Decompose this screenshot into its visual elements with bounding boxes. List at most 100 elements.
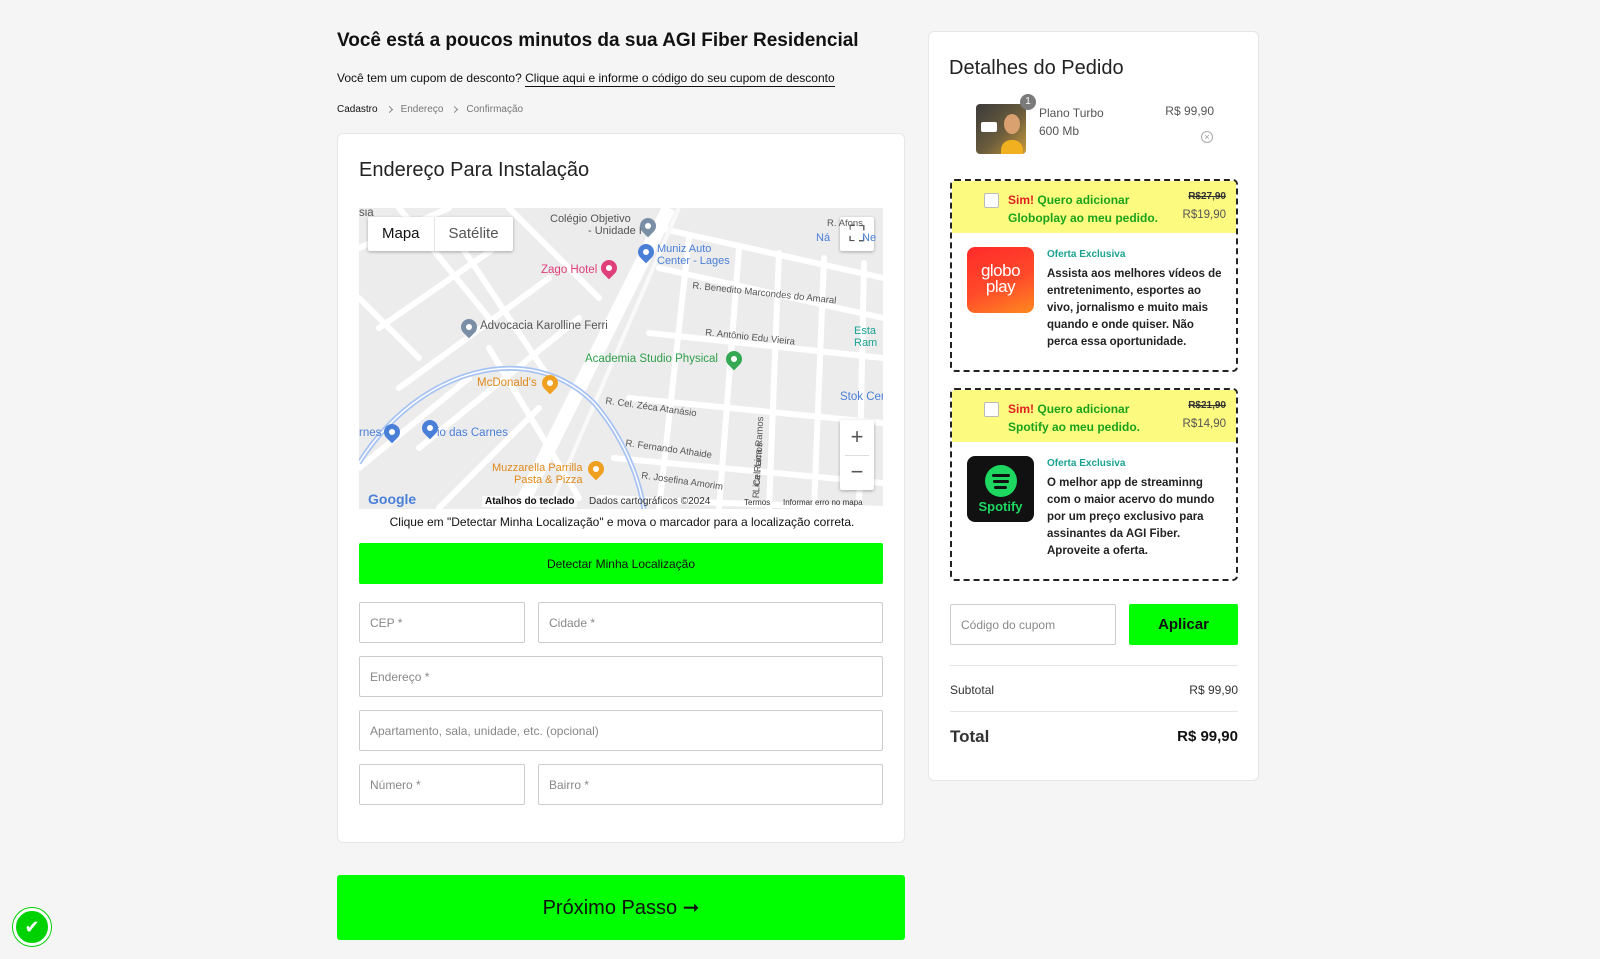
page-title: Você está a poucos minutos da sua AGI Fi… (337, 30, 859, 51)
breadcrumb-step-endereco[interactable]: Endereço (401, 104, 444, 115)
apply-coupon-button[interactable]: Aplicar (1129, 604, 1238, 645)
address-section-title: Endereço Para Instalação (359, 159, 590, 181)
globoplay-offer-header: Sim! Quero adicionar Globoplay ao meu pe… (952, 181, 1236, 233)
next-step-button[interactable]: Próximo Passo ➞ (337, 875, 905, 940)
map-place-colegio: Colégio Objetivo - Unidade I (550, 213, 642, 237)
divider (950, 711, 1238, 712)
keyboard-shortcuts-link[interactable]: Atalhos do teclado (482, 496, 578, 507)
map-place-colegio-line2: - Unidade I (588, 225, 642, 237)
globoplay-offer-sim: Sim! (1008, 193, 1035, 207)
city-field[interactable] (538, 602, 883, 643)
map-place-mcdonalds: McDonald's (477, 377, 537, 389)
spotify-offer-line2: Spotify ao meu pedido. (1008, 420, 1141, 434)
product-name-line1: Plano Turbo (1039, 106, 1104, 120)
spotify-offer-line1: Quero adicionar (1037, 402, 1130, 416)
breadcrumb-step-cadastro[interactable]: Cadastro (337, 104, 378, 115)
map-tab-satellite[interactable]: Satélite (433, 217, 513, 251)
map-street-afons: R. Afons (827, 218, 863, 229)
product-thumbnail-tag (981, 122, 997, 132)
map-place-muzzarella-line1: Muzzarella Parrilla (492, 462, 583, 474)
map-place-muzzarella: Muzzarella Parrilla Pasta & Pizza (492, 462, 582, 486)
zoom-in-button[interactable]: + (851, 420, 864, 455)
map-place-esta-line2: Ram (854, 337, 878, 349)
map-data-credit: Dados cartográficos ©2024 (589, 496, 711, 507)
google-logo: Google (368, 491, 417, 507)
globoplay-offer: Sim! Quero adicionar Globoplay ao meu pe… (950, 179, 1238, 372)
map-place-academia: Academia Studio Physical (585, 353, 718, 365)
total-label: Total (950, 727, 990, 746)
product-name: Plano Turbo 600 Mb (1039, 104, 1104, 140)
spotify-offer-sim: Sim! (1008, 402, 1035, 416)
product-name-line2: 600 Mb (1039, 124, 1080, 138)
product-thumbnail (976, 104, 1026, 154)
detect-location-button[interactable]: Detectar Minha Localização (359, 543, 883, 584)
spotify-offer-label: Sim! Quero adicionar Spotify ao meu pedi… (1008, 400, 1140, 436)
globoplay-logo-line2: play (985, 277, 1016, 296)
globoplay-offer-line2: Globoplay ao meu pedido. (1008, 211, 1159, 225)
globoplay-new-price: R$19,90 (1182, 209, 1226, 221)
map-place-ne: Ne (862, 232, 877, 244)
map-place-carnes-left: rnes (359, 427, 382, 439)
accessibility-icon[interactable]: ✔ (13, 908, 51, 946)
map-place-na: Ná (816, 232, 831, 244)
chevron-right-icon (385, 105, 393, 114)
coupon-code-field[interactable] (950, 604, 1116, 645)
subtotal-value: R$ 99,90 (1189, 683, 1238, 697)
address-card: Endereço Para Instalação Mapa Satélite ⛶… (337, 133, 905, 843)
spotify-wave (993, 485, 1007, 489)
map-place-muniz-line1: Muniz Auto (657, 243, 712, 255)
breadcrumb: Cadastro Endereço Confirmação (337, 104, 523, 115)
spotify-icon (984, 464, 1017, 497)
order-summary: Detalhes do Pedido 1 Plano Turbo 600 Mb … (928, 31, 1259, 781)
spotify-offer-checkbox[interactable] (984, 402, 999, 417)
zoom-control: + − (840, 420, 874, 490)
apartment-field[interactable] (359, 710, 883, 751)
breadcrumb-step-confirmacao[interactable]: Confirmação (466, 104, 523, 115)
coupon-prompt: Você tem um cupom de desconto? Clique aq… (337, 71, 835, 87)
globoplay-exclusive-tag: Oferta Exclusiva (1047, 249, 1126, 260)
globoplay-description: Assista aos melhores vídeos de entreteni… (1047, 268, 1222, 348)
map-place-muniz: Muniz Auto Center - Lages (657, 243, 730, 267)
coupon-link[interactable]: Clique aqui e informe o código do seu cu… (525, 71, 835, 87)
cep-field[interactable] (359, 602, 525, 643)
map-place-zago: Zago Hotel (541, 264, 598, 276)
location-hint: Clique em "Detectar Minha Localização" e… (389, 515, 855, 529)
map-place-colegio-line1: Colégio Objetivo (550, 213, 631, 225)
map-place-esta-line1: Esta (854, 325, 877, 337)
subtotal-label: Subtotal (950, 683, 995, 697)
map-report-error-link[interactable]: Informar erro no mapa (783, 498, 863, 507)
quantity-badge: 1 (1020, 94, 1036, 110)
order-summary-title: Detalhes do Pedido (949, 57, 1124, 79)
address-field[interactable] (359, 656, 883, 697)
map-place-advocacia: Advocacia Karolline Ferri (480, 320, 608, 332)
globoplay-offer-line1: Quero adicionar (1037, 193, 1130, 207)
chevron-right-icon (451, 105, 459, 114)
spotify-offer: Sim! Quero adicionar Spotify ao meu pedi… (950, 388, 1238, 581)
remove-item-icon[interactable]: × (1201, 131, 1213, 143)
globoplay-logo: globo play (967, 247, 1034, 313)
spotify-description: O melhor app de streaminng com o maior a… (1047, 477, 1215, 557)
map-tab-map[interactable]: Mapa (368, 217, 434, 251)
spotify-offer-header: Sim! Quero adicionar Spotify ao meu pedi… (952, 390, 1236, 442)
product-thumbnail-face (1004, 114, 1020, 134)
map-place-carnes: io das Carnes (437, 427, 508, 439)
product-thumbnail-body (1001, 140, 1023, 154)
number-field[interactable] (359, 764, 525, 805)
map-attribution-bar: Google Atalhos do teclado Dados cartográ… (359, 491, 883, 509)
divider (950, 665, 1238, 666)
spotify-offer-body: Spotify Oferta Exclusiva O melhor app de… (952, 442, 1236, 579)
total-value: R$ 99,90 (1177, 728, 1238, 745)
spotify-new-price: R$14,90 (1182, 418, 1226, 430)
spotify-logo: Spotify (967, 456, 1034, 522)
globoplay-offer-checkbox[interactable] (984, 193, 999, 208)
map-place-muniz-line2: Center - Lages (657, 255, 730, 267)
spotify-exclusive-tag: Oferta Exclusiva (1047, 458, 1126, 469)
map-terms-link[interactable]: Termos (744, 498, 770, 507)
map[interactable]: Mapa Satélite ⛶ + − sia Colégio Objetivo… (359, 208, 883, 509)
map-place-stok: Stok Cen (840, 391, 883, 403)
spotify-wave (991, 473, 1010, 477)
neighborhood-field[interactable] (538, 764, 883, 805)
globoplay-old-price: R$27,90 (1188, 191, 1226, 202)
zoom-out-button[interactable]: − (851, 455, 864, 490)
product-price: R$ 99,90 (1165, 104, 1214, 118)
